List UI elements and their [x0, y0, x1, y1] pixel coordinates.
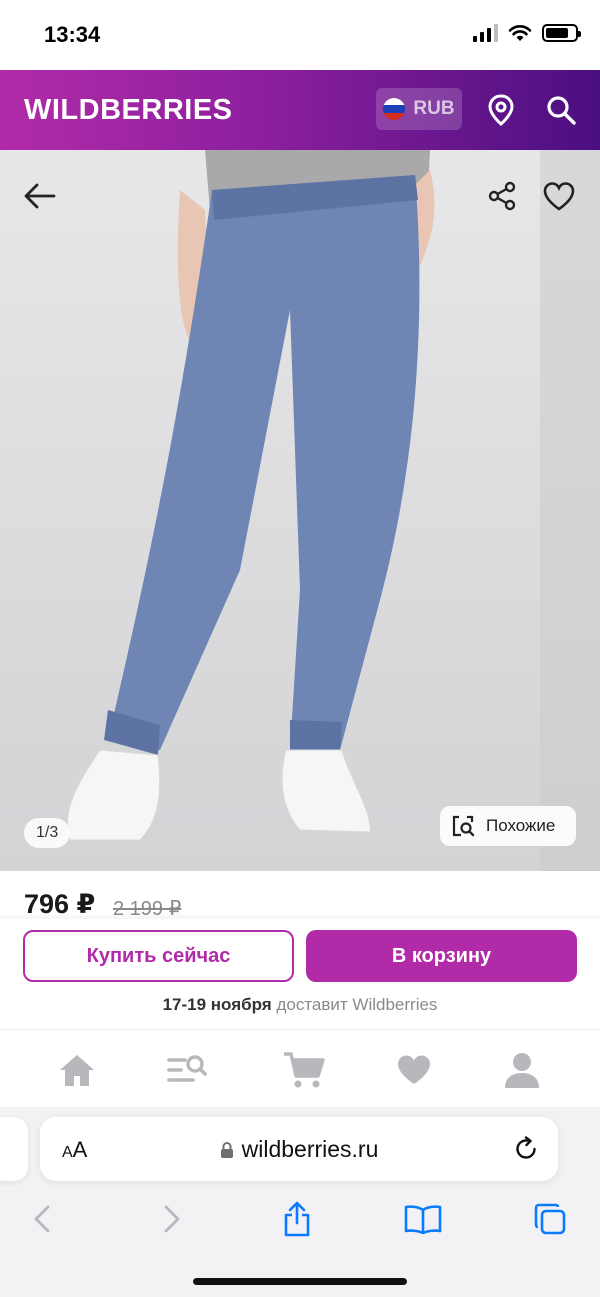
back-arrow-icon	[24, 183, 56, 209]
tabs-icon	[534, 1203, 566, 1235]
russia-flag-icon	[383, 98, 406, 120]
share-icon	[284, 1201, 310, 1237]
tab-catalog[interactable]	[165, 1048, 209, 1092]
tabs-button[interactable]	[530, 1199, 570, 1239]
bottom-nav	[0, 1029, 600, 1107]
catalog-search-icon	[167, 1055, 207, 1082]
back-button[interactable]	[18, 174, 62, 218]
battery-icon	[542, 24, 581, 42]
price-row: 796 ₽ 2 199 ₽	[0, 871, 600, 919]
bookmarks-button[interactable]	[403, 1199, 443, 1239]
brand-logo[interactable]: WILDBERRIES	[24, 94, 233, 127]
browser-forward-button[interactable]	[152, 1199, 192, 1239]
image-search-icon	[452, 815, 475, 837]
currency-selector[interactable]: RUB	[376, 88, 462, 130]
product-image	[66, 150, 435, 841]
tab-profile[interactable]	[500, 1048, 544, 1092]
lock-icon	[220, 1142, 233, 1158]
back-icon	[34, 1205, 50, 1233]
tab-home[interactable]	[55, 1048, 99, 1092]
browser-chrome: AA wildberries.ru	[0, 1107, 600, 1297]
previous-tab[interactable]	[0, 1117, 28, 1181]
status-bar: 13:34	[0, 0, 600, 70]
home-indicator	[193, 1278, 407, 1285]
delivery-date: 17-19 ноября	[162, 995, 272, 1014]
image-counter: 1/3	[24, 818, 71, 848]
reload-icon[interactable]	[512, 1135, 540, 1163]
forward-icon	[164, 1205, 180, 1233]
tab-cart[interactable]	[282, 1048, 326, 1092]
browser-back-button[interactable]	[22, 1199, 62, 1239]
url-text: wildberries.ru	[241, 1136, 379, 1162]
home-icon	[60, 1055, 94, 1086]
similar-label: Похожие	[486, 816, 556, 835]
share-icon	[488, 181, 516, 211]
bookmarks-icon	[404, 1205, 442, 1234]
favorites-icon	[398, 1055, 430, 1084]
search-icon[interactable]	[543, 92, 579, 128]
url-display[interactable]: wildberries.ru	[40, 1136, 558, 1163]
heart-icon	[543, 182, 575, 211]
similar-button[interactable]: Похожие	[440, 806, 576, 846]
current-price: 796 ₽	[24, 889, 96, 919]
profile-icon	[505, 1053, 539, 1088]
cart-icon	[284, 1052, 325, 1088]
browser-share-button[interactable]	[277, 1199, 317, 1239]
old-price: 2 199 ₽	[113, 898, 182, 919]
currency-label: RUB	[413, 98, 455, 119]
app-header: WILDBERRIES RUB	[0, 70, 600, 150]
product-gallery[interactable]: 1/3 Похожие	[0, 150, 600, 871]
status-time: 13:34	[44, 22, 101, 47]
location-pin-icon[interactable]	[483, 92, 519, 128]
status-icons	[473, 24, 581, 42]
favorite-button[interactable]	[537, 174, 581, 218]
delivery-text: доставит Wildberries	[271, 995, 438, 1014]
purchase-actions: Купить сейчас В корзину 17-19 ноября дос…	[0, 919, 600, 1029]
buy-now-button[interactable]: Купить сейчас	[23, 930, 294, 982]
share-button[interactable]	[480, 174, 524, 218]
tab-favorites[interactable]	[392, 1048, 436, 1092]
address-bar[interactable]: AA wildberries.ru	[40, 1117, 558, 1181]
signal-icon	[473, 24, 498, 42]
delivery-info: 17-19 ноября доставит Wildberries	[0, 995, 600, 1015]
add-to-cart-button[interactable]: В корзину	[306, 930, 577, 982]
wifi-icon	[508, 25, 532, 41]
